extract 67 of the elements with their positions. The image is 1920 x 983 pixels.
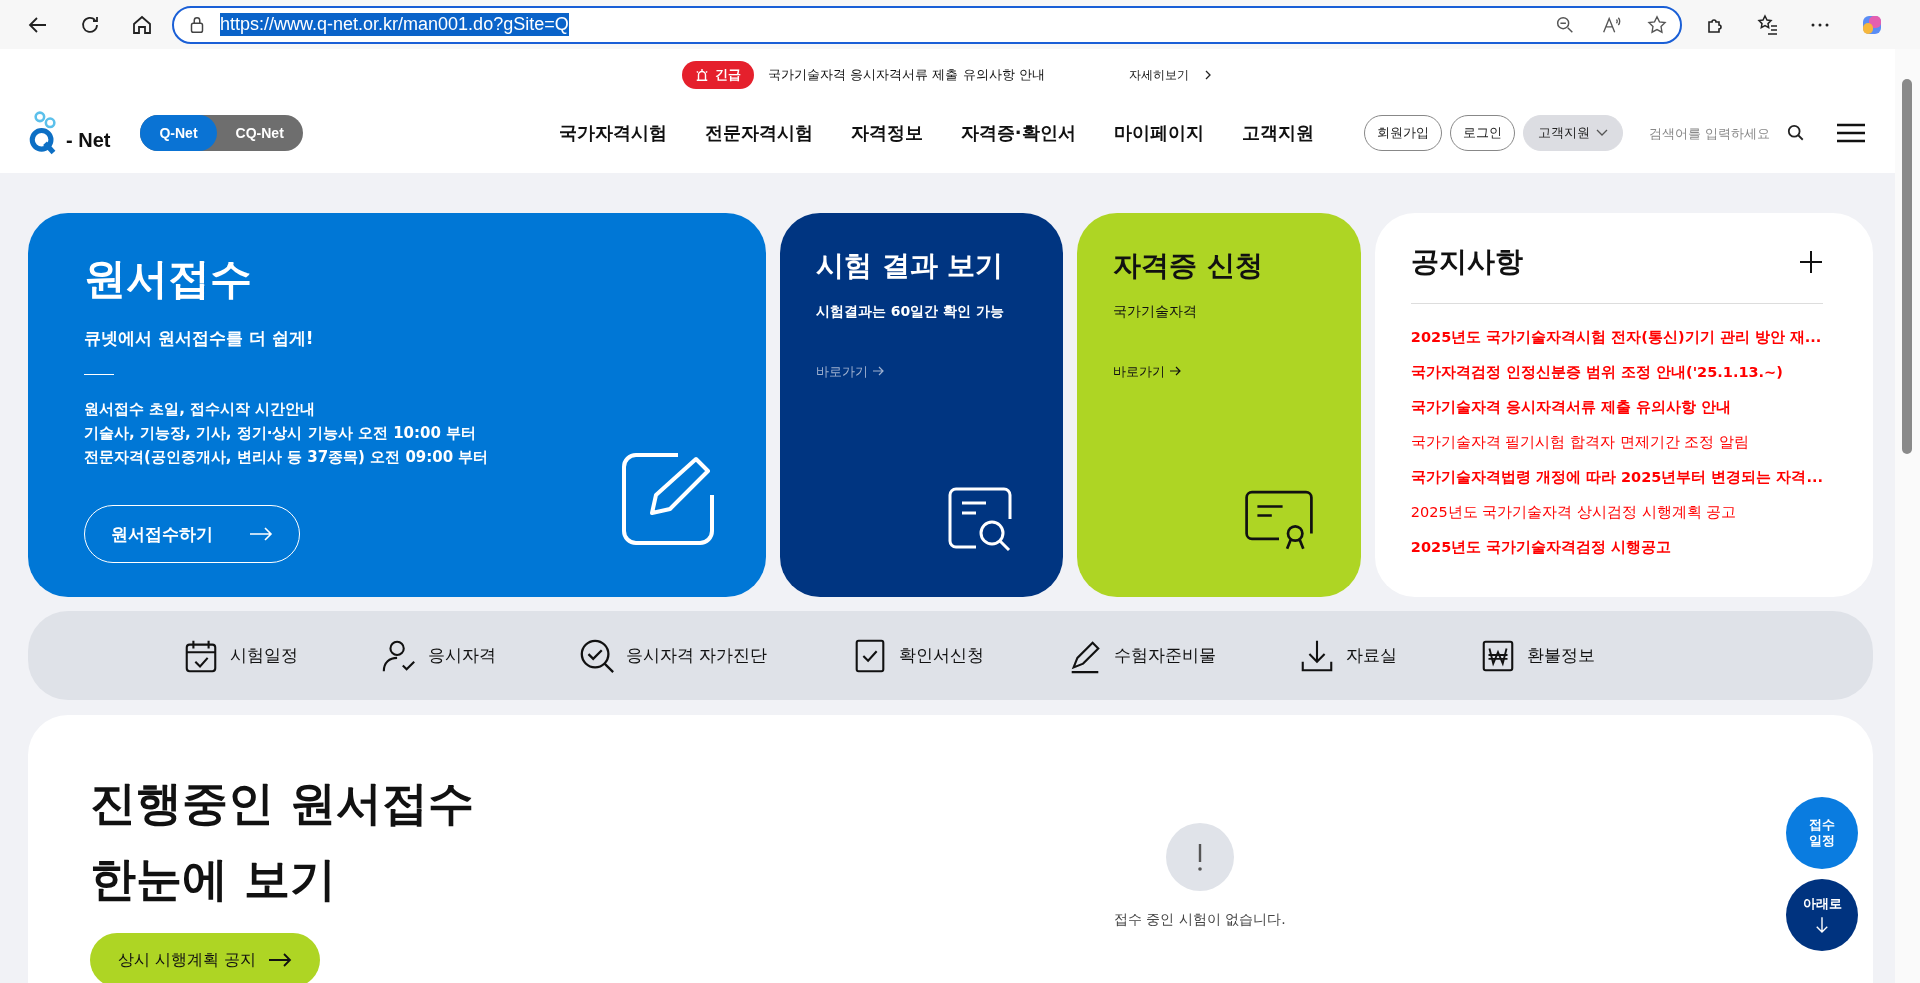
alert-text: 국가기술자격 응시자격서류 제출 유의사항 안내: [768, 66, 1045, 84]
quick-menu-item[interactable]: 환불정보: [1479, 636, 1596, 675]
notice-link[interactable]: 2025년도 국가기술자격시험 전자(통신)기기 관리 방안 재...: [1410, 320, 1823, 355]
site-tab[interactable]: CQ-Net: [216, 115, 303, 151]
logo-text: - Net: [66, 128, 111, 152]
nav-item[interactable]: 자격증·확인서: [960, 121, 1076, 145]
header-button[interactable]: 로그인: [1450, 115, 1515, 151]
arrow-right-icon: [871, 366, 884, 376]
quick-menu-label: 자료실: [1346, 644, 1398, 667]
nav-item[interactable]: 국가자격시험: [558, 121, 667, 145]
badge-label: 긴급: [715, 66, 742, 84]
section-title: 진행중인 원서접수: [90, 775, 474, 832]
scrollbar[interactable]: [1895, 49, 1920, 983]
siren-icon: [695, 68, 710, 82]
card-subtitle: 큐넷에서 원서접수를 더 쉽게!: [84, 327, 315, 350]
info-text: 원서접수 초일, 접수시작 시간안내: [84, 399, 317, 420]
notice-link[interactable]: 2025년도 국가기술자격 상시검정 시행계획 공고: [1410, 495, 1823, 530]
notice-link[interactable]: 국가기술자격 필기시험 합격자 면제기간 조정 알림: [1410, 425, 1823, 460]
notice-link[interactable]: 2025년도 국가기술자격검정 시행공고: [1410, 530, 1823, 565]
card-title: 자격증 신청: [1113, 248, 1265, 284]
nav-item[interactable]: 마이페이지: [1113, 121, 1204, 145]
quick-menu-item[interactable]: 수험자준비물: [1066, 636, 1217, 675]
shortcut-link[interactable]: 바로가기: [1113, 363, 1325, 381]
card-subtitle: 시험결과는 60일간 확인 가능: [815, 303, 1005, 321]
star-icon[interactable]: [1646, 13, 1668, 36]
address-bar[interactable]: https://www.q-net.or.kr/man001.do?gSite=Q: [172, 5, 1682, 44]
nav-item[interactable]: 고객지원: [1241, 121, 1314, 145]
panel-title: 공지사항: [1410, 244, 1523, 280]
quick-menu-label: 확인서신청: [899, 644, 985, 667]
quick-menu-label: 수험자준비물: [1114, 644, 1217, 667]
schedule-notice-button[interactable]: 상시 시행계획 공지: [90, 933, 321, 983]
quick-menu-label: 시험일정: [230, 644, 298, 667]
menu-icon[interactable]: [1837, 123, 1865, 143]
empty-message: 접수 중인 시험이 없습니다.: [1114, 911, 1286, 929]
arrow-right-icon: [268, 953, 293, 967]
favorites-icon[interactable]: [1756, 12, 1780, 37]
quick-menu-item[interactable]: 응시자격 자가진단: [578, 636, 768, 675]
header-button[interactable]: 회원가입: [1364, 115, 1442, 151]
quick-menu-item[interactable]: 시험일정: [182, 636, 298, 675]
notice-link[interactable]: 국가기술자격 응시자격서류 제출 유의사항 안내: [1410, 390, 1823, 425]
arrow-down-icon: [1815, 916, 1829, 934]
quick-menu-label: 응시자격: [428, 644, 496, 667]
search-icon[interactable]: [1787, 124, 1805, 142]
section-title: 한눈에 보기: [90, 851, 337, 908]
card-title: 원서접수: [84, 253, 253, 305]
notice-link[interactable]: 국가기술자격법령 개정에 따라 2025년부터 변경되는 자격...: [1410, 460, 1823, 495]
quick-menu-item[interactable]: 자료실: [1298, 636, 1398, 675]
url-text: https://www.q-net.or.kr/man001.do?gSite=Q: [220, 13, 569, 36]
chevron-down-icon: [1596, 129, 1608, 137]
details-link[interactable]: 자세히보기: [1128, 66, 1189, 84]
site-tab[interactable]: Q-Net: [140, 115, 217, 151]
info-text: 기술사, 기능장, 기사, 정기·상시 기능사 오전 10:00 부터: [84, 423, 478, 444]
shortcut-link[interactable]: 바로가기: [815, 363, 1028, 381]
notice-link[interactable]: 국가자격검정 인정신분증 범위 조정 안내('25.1.13.~): [1410, 355, 1823, 390]
plus-icon[interactable]: [1799, 250, 1823, 274]
quick-menu-item[interactable]: 확인서신청: [851, 636, 985, 675]
card-subtitle: 국가기술자격: [1113, 303, 1199, 321]
quick-menu-label: 환불정보: [1527, 644, 1596, 667]
arrow-right-icon: [1169, 366, 1182, 376]
arrow-right-icon: [249, 527, 273, 541]
quick-menu-label: 응시자격 자가진단: [626, 644, 768, 667]
support-dropdown[interactable]: 고객지원: [1523, 115, 1623, 151]
quick-menu-item[interactable]: 응시자격: [380, 636, 496, 675]
nav-item[interactable]: 자격정보: [850, 121, 923, 145]
info-text: 전문자격(공인중개사, 변리사 등 37종목) 오전 09:00 부터: [84, 447, 490, 468]
nav-item[interactable]: 전문자격시험: [704, 121, 813, 145]
card-title: 시험 결과 보기: [815, 248, 1005, 284]
